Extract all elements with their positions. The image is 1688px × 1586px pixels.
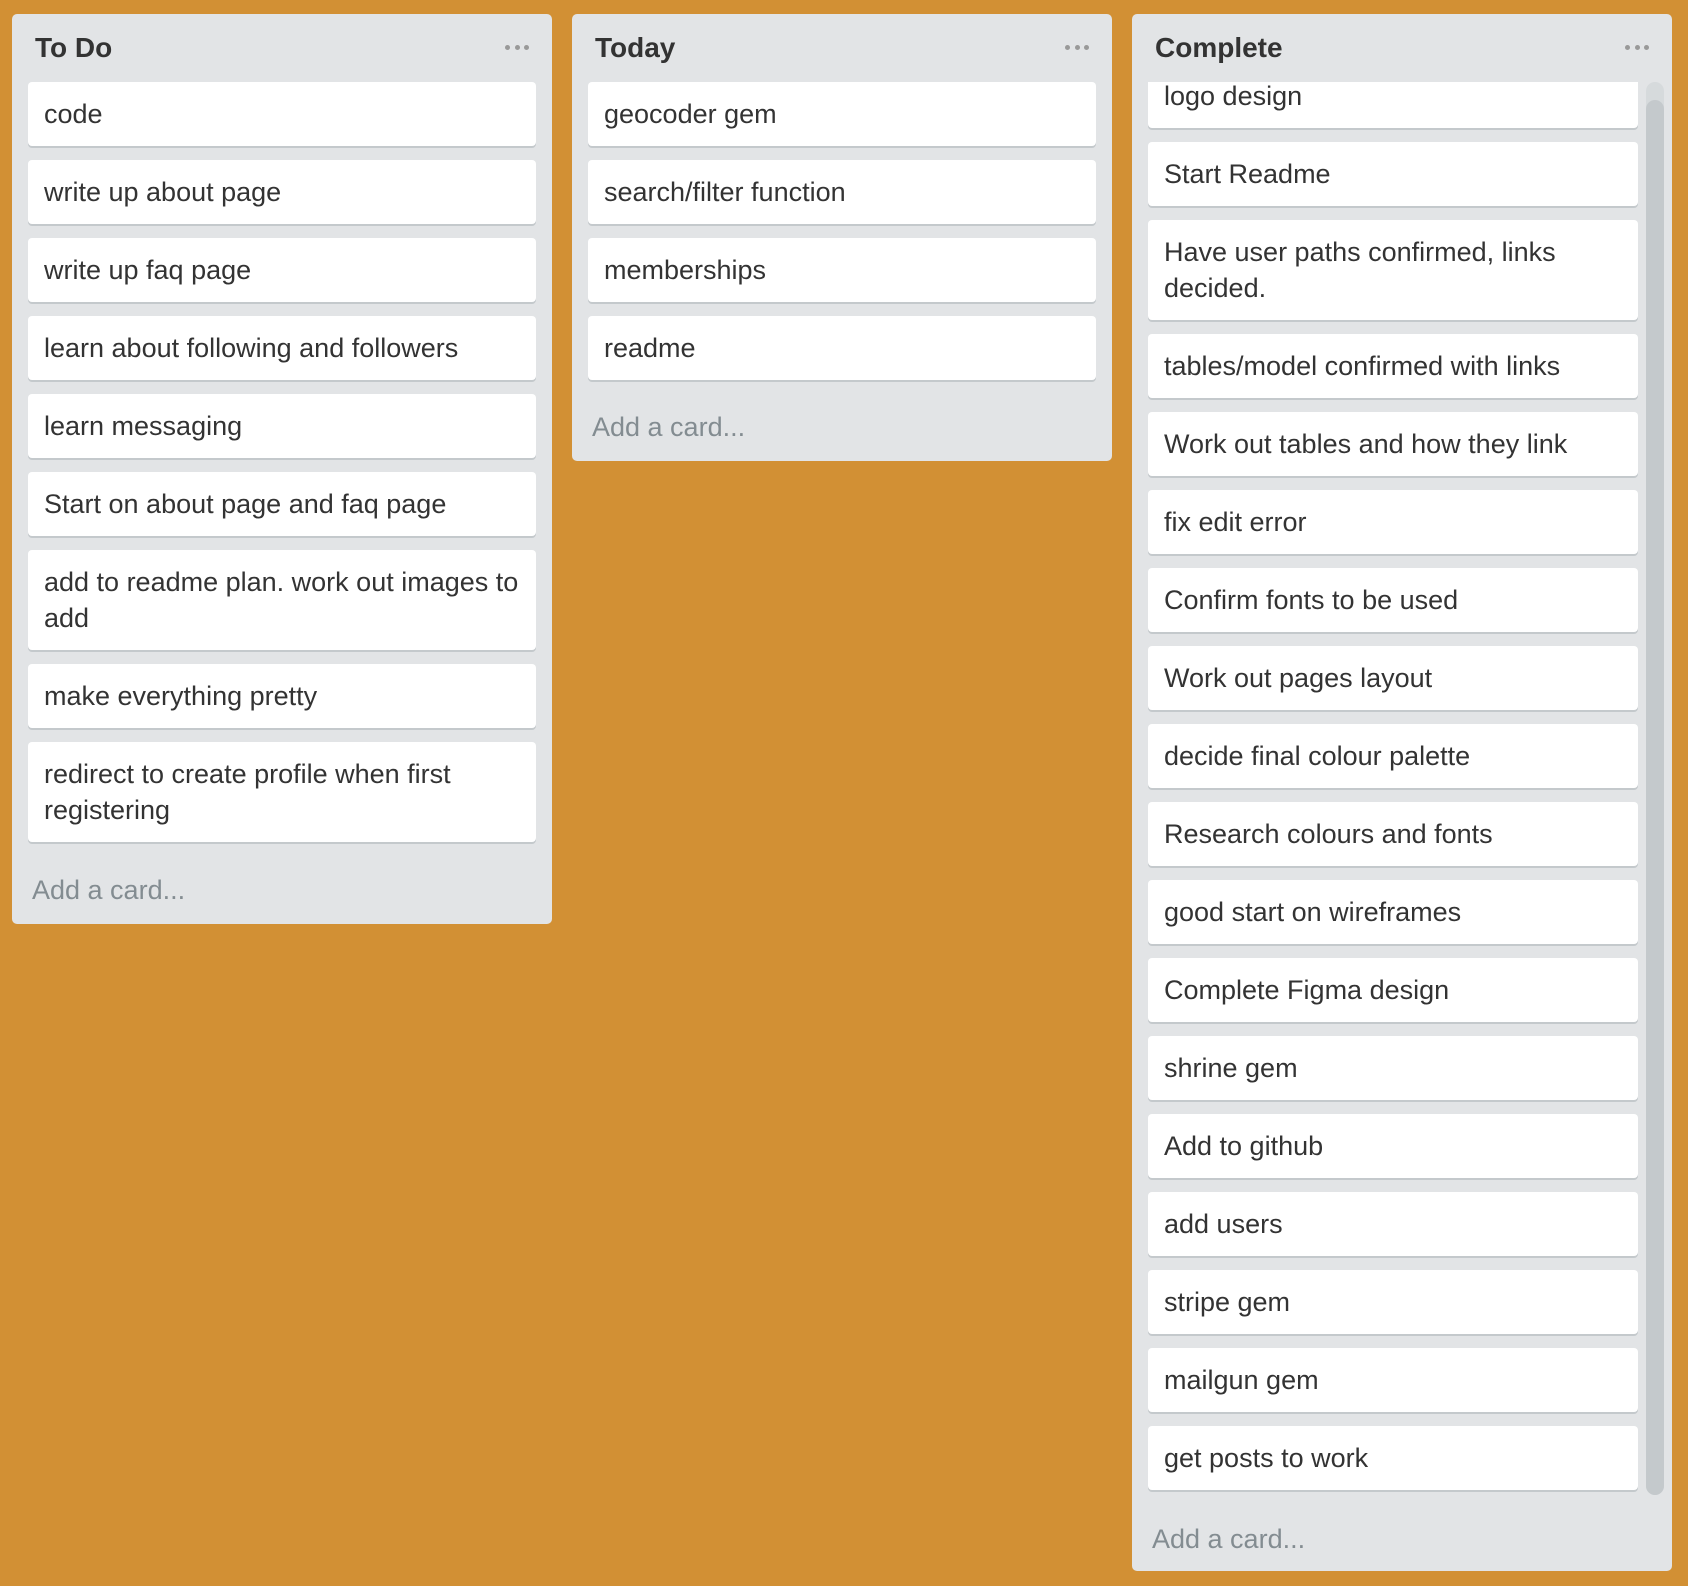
card[interactable]: Confirm fonts to be used [1148, 568, 1638, 632]
card[interactable]: Work out tables and how they link [1148, 412, 1638, 476]
list-todo: To Do code write up about page write up … [12, 14, 552, 924]
card[interactable]: Have user paths confirmed, links decided… [1148, 220, 1638, 320]
card[interactable]: write up about page [28, 160, 536, 224]
list-header: Today [572, 14, 1112, 82]
card[interactable]: add to readme plan. work out images to a… [28, 550, 536, 650]
card[interactable]: tables/model confirmed with links [1148, 334, 1638, 398]
card-container: geocoder gem search/filter function memb… [588, 82, 1096, 394]
list-header: To Do [12, 14, 552, 82]
card[interactable]: shrine gem [1148, 1036, 1638, 1100]
list-title[interactable]: To Do [35, 30, 112, 66]
card[interactable]: add users [1148, 1192, 1638, 1256]
card[interactable]: Add to github [1148, 1114, 1638, 1178]
add-card-button[interactable]: Add a card... [592, 409, 745, 445]
card-container[interactable]: logo design Start Readme Have user paths… [1148, 82, 1638, 1494]
card[interactable]: stripe gem [1148, 1270, 1638, 1334]
card[interactable]: make everything pretty [28, 664, 536, 728]
add-card-button[interactable]: Add a card... [1152, 1521, 1305, 1557]
card[interactable]: Work out pages layout [1148, 646, 1638, 710]
card[interactable]: memberships [588, 238, 1096, 302]
card[interactable]: good start on wireframes [1148, 880, 1638, 944]
list-complete: Complete logo design Start Readme Have u… [1132, 14, 1672, 1571]
card[interactable]: write up faq page [28, 238, 536, 302]
card[interactable]: Complete Figma design [1148, 958, 1638, 1022]
card[interactable]: search/filter function [588, 160, 1096, 224]
list-menu-button[interactable] [502, 38, 532, 56]
card[interactable]: readme [588, 316, 1096, 380]
card[interactable]: code [28, 82, 536, 146]
list-today: Today geocoder gem search/filter functio… [572, 14, 1112, 461]
card[interactable]: get posts to work [1148, 1426, 1638, 1490]
scrollbar-track[interactable] [1646, 82, 1664, 1495]
card[interactable]: Start Readme [1148, 142, 1638, 206]
list-menu-button[interactable] [1622, 38, 1652, 56]
card[interactable]: fix edit error [1148, 490, 1638, 554]
scrollbar-thumb[interactable] [1646, 100, 1664, 1495]
list-header: Complete [1132, 14, 1672, 82]
list-menu-button[interactable] [1062, 38, 1092, 56]
card[interactable]: learn about following and followers [28, 316, 536, 380]
card[interactable]: redirect to create profile when first re… [28, 742, 536, 842]
card[interactable]: decide final colour palette [1148, 724, 1638, 788]
add-card-button[interactable]: Add a card... [32, 872, 185, 908]
card[interactable]: learn messaging [28, 394, 536, 458]
card[interactable]: Start on about page and faq page [28, 472, 536, 536]
list-title[interactable]: Complete [1155, 30, 1283, 66]
card-container: code write up about page write up faq pa… [28, 82, 536, 856]
list-title[interactable]: Today [595, 30, 675, 66]
card[interactable]: mailgun gem [1148, 1348, 1638, 1412]
card[interactable]: geocoder gem [588, 82, 1096, 146]
card[interactable]: logo design [1148, 82, 1638, 128]
board: To Do code write up about page write up … [0, 0, 1688, 1586]
card[interactable]: Research colours and fonts [1148, 802, 1638, 866]
